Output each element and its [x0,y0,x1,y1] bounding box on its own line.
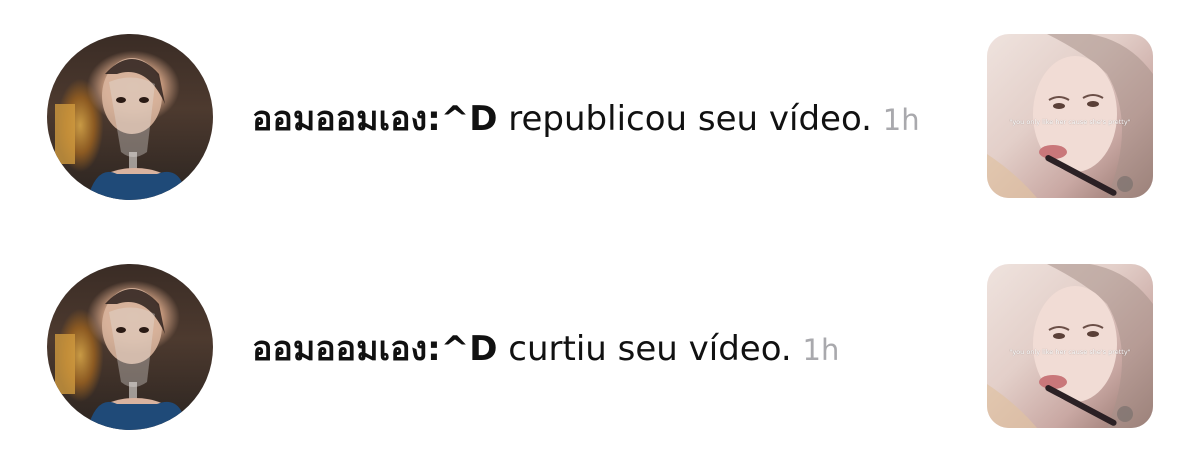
notification-text: ออมออมเอง:^D republicou seu vídeo. 1h [252,94,920,144]
avatar[interactable] [47,34,213,200]
action-text: curtiu seu vídeo. [508,329,792,369]
timestamp: 1h [882,103,920,137]
avatar-photo [55,288,187,430]
timestamp: 1h [802,333,840,367]
thumbnail-caption: "you only like her cause she's pretty" [1009,118,1131,126]
notification-text: ออมออมเอง:^D curtiu seu vídeo. 1h [252,324,839,374]
action-text: republicou seu vídeo. [508,99,872,139]
notification-item[interactable]: ออมออมเอง:^D republicou seu vídeo. 1h "y… [0,32,1200,202]
username[interactable]: ออมออมเอง:^D [252,99,497,139]
notification-item[interactable]: ออมออมเอง:^D curtiu seu vídeo. 1h "you o… [0,262,1200,432]
username[interactable]: ออมออมเอง:^D [252,329,497,369]
avatar[interactable] [47,264,213,430]
video-thumbnail[interactable]: "you only like her cause she's pretty" [987,34,1153,198]
thumbnail-photo [987,34,1153,198]
thumbnail-caption: "you only like her cause she's pretty" [1009,348,1131,356]
video-thumbnail[interactable]: "you only like her cause she's pretty" [987,264,1153,428]
thumbnail-photo [987,264,1153,428]
avatar-photo [55,58,187,200]
